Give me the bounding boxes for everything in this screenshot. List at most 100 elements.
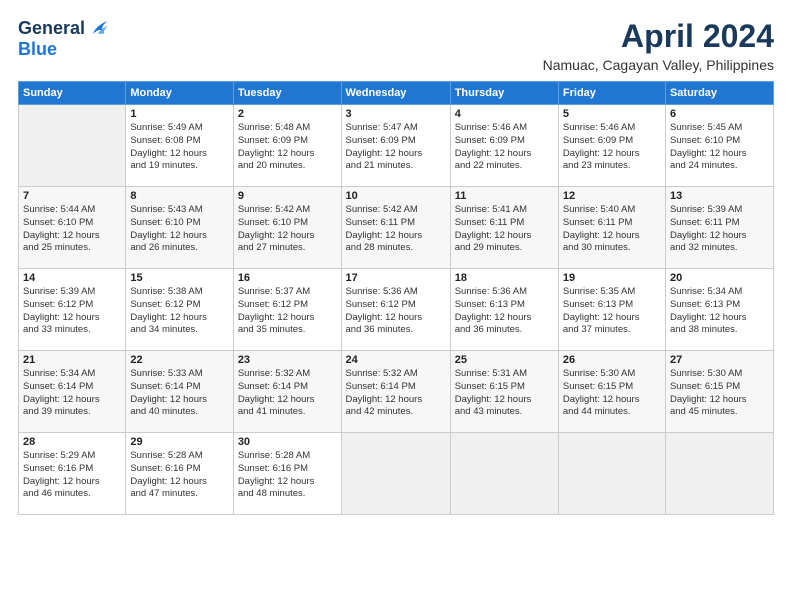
day-info: Sunrise: 5:47 AMSunset: 6:09 PMDaylight:…: [346, 122, 446, 173]
calendar-cell: 12 Sunrise: 5:40 AMSunset: 6:11 PMDayligh…: [558, 187, 665, 269]
day-info: Sunrise: 5:46 AMSunset: 6:09 PMDaylight:…: [455, 122, 554, 173]
day-info: Sunrise: 5:32 AMSunset: 6:14 PMDaylight:…: [346, 368, 446, 419]
day-number: 15: [130, 272, 228, 284]
day-number: 6: [670, 108, 769, 120]
day-info: Sunrise: 5:34 AMSunset: 6:14 PMDaylight:…: [23, 368, 121, 419]
day-info: Sunrise: 5:28 AMSunset: 6:16 PMDaylight:…: [238, 450, 337, 501]
header-row: Sunday Monday Tuesday Wednesday Thursday…: [19, 82, 774, 105]
day-number: 27: [670, 354, 769, 366]
calendar-cell: 18 Sunrise: 5:36 AMSunset: 6:13 PMDayligh…: [450, 269, 558, 351]
calendar-cell: 25Sunrise: 5:31 AMSunset: 6:15 PMDayligh…: [450, 351, 558, 433]
calendar-cell: 17Sunrise: 5:36 AMSunset: 6:12 PMDayligh…: [341, 269, 450, 351]
day-number: 16: [238, 272, 337, 284]
calendar-cell: 5 Sunrise: 5:46 AMSunset: 6:09 PMDaylight…: [558, 105, 665, 187]
day-info: Sunrise: 5:49 AMSunset: 6:08 PMDaylight:…: [130, 122, 228, 173]
day-info: Sunrise: 5:42 AMSunset: 6:11 PMDaylight:…: [346, 204, 446, 255]
calendar-cell: 24Sunrise: 5:32 AMSunset: 6:14 PMDayligh…: [341, 351, 450, 433]
col-monday: Monday: [126, 82, 233, 105]
day-number: 12: [563, 190, 661, 202]
calendar-cell: 13 Sunrise: 5:39 AMSunset: 6:11 PMDayligh…: [665, 187, 773, 269]
calendar-cell: 22 Sunrise: 5:33 AMSunset: 6:14 PMDayligh…: [126, 351, 233, 433]
day-number: 18: [455, 272, 554, 284]
subtitle: Namuac, Cagayan Valley, Philippines: [543, 57, 774, 73]
day-info: Sunrise: 5:38 AMSunset: 6:12 PMDaylight:…: [130, 286, 228, 337]
calendar-cell: [558, 433, 665, 515]
day-number: 30: [238, 436, 337, 448]
day-info: Sunrise: 5:39 AMSunset: 6:12 PMDaylight:…: [23, 286, 121, 337]
calendar-cell: 28Sunrise: 5:29 AMSunset: 6:16 PMDayligh…: [19, 433, 126, 515]
day-number: 7: [23, 190, 121, 202]
day-number: 2: [238, 108, 337, 120]
logo-blue: Blue: [18, 39, 57, 59]
calendar-cell: [665, 433, 773, 515]
logo-bird-icon: [87, 18, 109, 40]
day-number: 11: [455, 190, 554, 202]
day-info: Sunrise: 5:35 AMSunset: 6:13 PMDaylight:…: [563, 286, 661, 337]
col-wednesday: Wednesday: [341, 82, 450, 105]
logo-general: General: [18, 19, 85, 39]
day-info: Sunrise: 5:34 AMSunset: 6:13 PMDaylight:…: [670, 286, 769, 337]
calendar-cell: [19, 105, 126, 187]
calendar-cell: [341, 433, 450, 515]
day-info: Sunrise: 5:46 AMSunset: 6:09 PMDaylight:…: [563, 122, 661, 173]
day-info: Sunrise: 5:30 AMSunset: 6:15 PMDaylight:…: [670, 368, 769, 419]
col-friday: Friday: [558, 82, 665, 105]
day-number: 22: [130, 354, 228, 366]
calendar-cell: 16Sunrise: 5:37 AMSunset: 6:12 PMDayligh…: [233, 269, 341, 351]
calendar-cell: 21 Sunrise: 5:34 AMSunset: 6:14 PMDayligh…: [19, 351, 126, 433]
calendar-cell: 8Sunrise: 5:43 AMSunset: 6:10 PMDaylight…: [126, 187, 233, 269]
week-row-2: 7Sunrise: 5:44 AMSunset: 6:10 PMDaylight…: [19, 187, 774, 269]
calendar-cell: 14 Sunrise: 5:39 AMSunset: 6:12 PMDayligh…: [19, 269, 126, 351]
day-number: 1: [130, 108, 228, 120]
day-number: 28: [23, 436, 121, 448]
day-number: 8: [130, 190, 228, 202]
day-info: Sunrise: 5:45 AMSunset: 6:10 PMDaylight:…: [670, 122, 769, 173]
week-row-3: 14 Sunrise: 5:39 AMSunset: 6:12 PMDayligh…: [19, 269, 774, 351]
header: General Blue April 2024 Namuac, Cagayan …: [18, 18, 774, 73]
day-number: 13: [670, 190, 769, 202]
calendar-cell: 7Sunrise: 5:44 AMSunset: 6:10 PMDaylight…: [19, 187, 126, 269]
calendar-cell: 1 Sunrise: 5:49 AMSunset: 6:08 PMDaylight…: [126, 105, 233, 187]
logo: General Blue: [18, 18, 109, 60]
calendar-cell: 10 Sunrise: 5:42 AMSunset: 6:11 PMDayligh…: [341, 187, 450, 269]
col-saturday: Saturday: [665, 82, 773, 105]
calendar-cell: 29 Sunrise: 5:28 AMSunset: 6:16 PMDayligh…: [126, 433, 233, 515]
day-number: 26: [563, 354, 661, 366]
day-number: 3: [346, 108, 446, 120]
day-info: Sunrise: 5:32 AMSunset: 6:14 PMDaylight:…: [238, 368, 337, 419]
day-info: Sunrise: 5:36 AMSunset: 6:13 PMDaylight:…: [455, 286, 554, 337]
main-title: April 2024: [543, 18, 774, 55]
day-number: 10: [346, 190, 446, 202]
week-row-1: 1 Sunrise: 5:49 AMSunset: 6:08 PMDaylight…: [19, 105, 774, 187]
day-info: Sunrise: 5:40 AMSunset: 6:11 PMDaylight:…: [563, 204, 661, 255]
calendar-table: Sunday Monday Tuesday Wednesday Thursday…: [18, 81, 774, 515]
calendar-cell: [450, 433, 558, 515]
day-number: 19: [563, 272, 661, 284]
day-info: Sunrise: 5:28 AMSunset: 6:16 PMDaylight:…: [130, 450, 228, 501]
col-sunday: Sunday: [19, 82, 126, 105]
day-number: 23: [238, 354, 337, 366]
day-number: 5: [563, 108, 661, 120]
day-info: Sunrise: 5:41 AMSunset: 6:11 PMDaylight:…: [455, 204, 554, 255]
col-thursday: Thursday: [450, 82, 558, 105]
col-tuesday: Tuesday: [233, 82, 341, 105]
day-info: Sunrise: 5:30 AMSunset: 6:15 PMDaylight:…: [563, 368, 661, 419]
calendar-cell: 15 Sunrise: 5:38 AMSunset: 6:12 PMDayligh…: [126, 269, 233, 351]
calendar-cell: 2Sunrise: 5:48 AMSunset: 6:09 PMDaylight…: [233, 105, 341, 187]
calendar-cell: 6 Sunrise: 5:45 AMSunset: 6:10 PMDaylight…: [665, 105, 773, 187]
title-block: April 2024 Namuac, Cagayan Valley, Phili…: [543, 18, 774, 73]
day-number: 14: [23, 272, 121, 284]
day-number: 21: [23, 354, 121, 366]
calendar-cell: 20 Sunrise: 5:34 AMSunset: 6:13 PMDayligh…: [665, 269, 773, 351]
day-info: Sunrise: 5:33 AMSunset: 6:14 PMDaylight:…: [130, 368, 228, 419]
day-number: 20: [670, 272, 769, 284]
day-info: Sunrise: 5:31 AMSunset: 6:15 PMDaylight:…: [455, 368, 554, 419]
page: General Blue April 2024 Namuac, Cagayan …: [0, 0, 792, 612]
calendar-cell: 30 Sunrise: 5:28 AMSunset: 6:16 PMDayligh…: [233, 433, 341, 515]
day-number: 29: [130, 436, 228, 448]
day-info: Sunrise: 5:42 AMSunset: 6:10 PMDaylight:…: [238, 204, 337, 255]
calendar-cell: 11 Sunrise: 5:41 AMSunset: 6:11 PMDayligh…: [450, 187, 558, 269]
calendar-cell: 19 Sunrise: 5:35 AMSunset: 6:13 PMDayligh…: [558, 269, 665, 351]
day-info: Sunrise: 5:39 AMSunset: 6:11 PMDaylight:…: [670, 204, 769, 255]
day-number: 4: [455, 108, 554, 120]
